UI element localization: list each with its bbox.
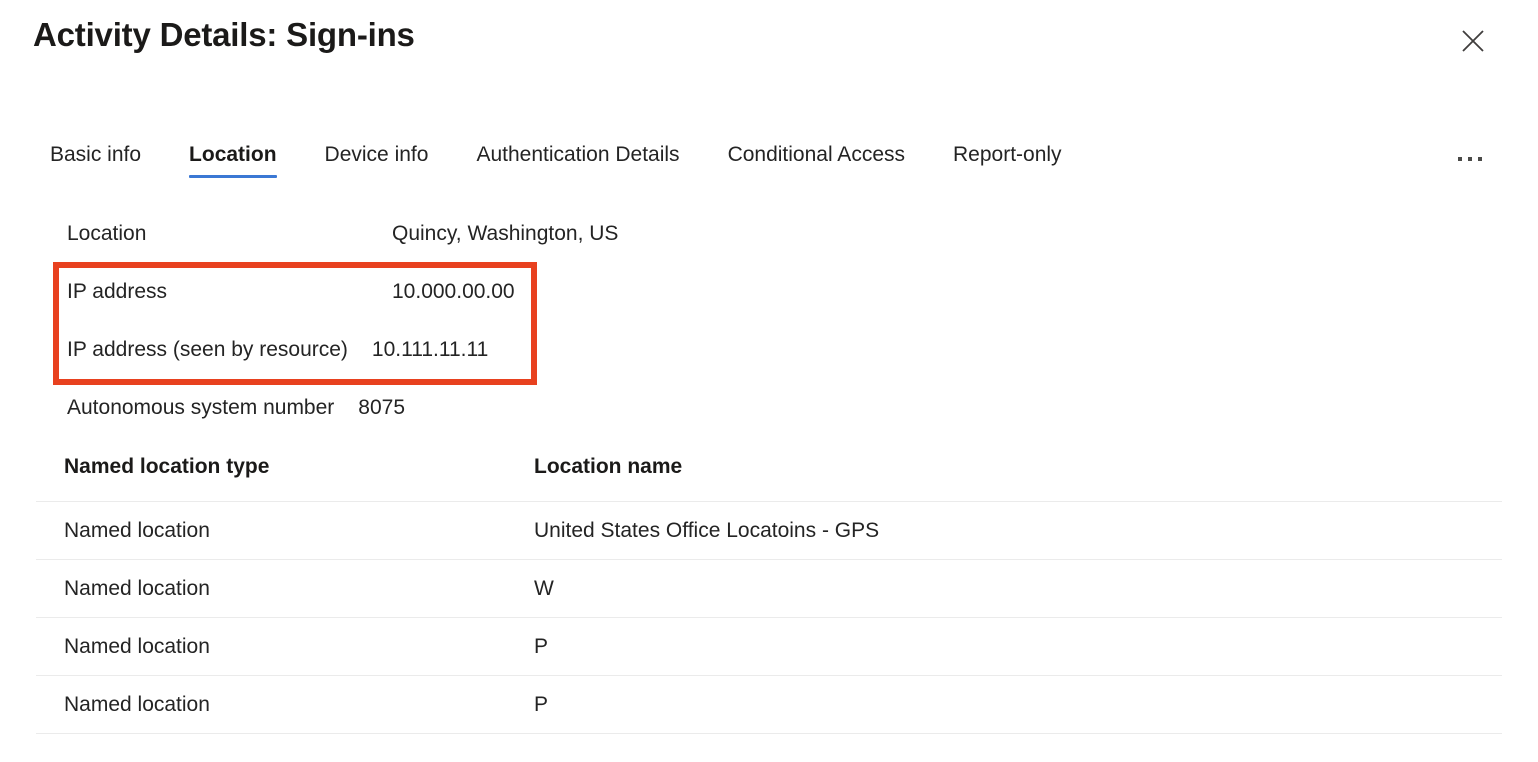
- detail-row-autonomous-system-number: Autonomous system number 8075: [67, 394, 667, 452]
- detail-label-location: Location: [67, 220, 392, 248]
- table-row[interactable]: Named location United States Office Loca…: [36, 502, 1502, 560]
- detail-row-location: Location Quincy, Washington, US: [67, 220, 667, 278]
- detail-label-autonomous-system-number: Autonomous system number: [67, 394, 334, 422]
- detail-value-ip-address-seen-by-resource: 10.111.11.11: [372, 336, 488, 364]
- column-header-named-location-type: Named location type: [36, 455, 504, 502]
- detail-value-location: Quincy, Washington, US: [392, 220, 618, 248]
- tab-basic-info[interactable]: Basic info: [50, 140, 163, 184]
- ellipsis-icon: [1458, 157, 1482, 161]
- table-row[interactable]: Named location P: [36, 618, 1502, 676]
- detail-value-ip-address: 10.000.00.00: [392, 278, 515, 306]
- tab-conditional-access[interactable]: Conditional Access: [728, 140, 927, 184]
- tab-device-info[interactable]: Device info: [325, 140, 451, 184]
- tab-authentication-details[interactable]: Authentication Details: [476, 140, 701, 184]
- cell-location-name: United States Office Locatoins - GPS: [504, 502, 1502, 560]
- cell-location-name: W: [504, 560, 1502, 618]
- cell-named-location-type: Named location: [36, 560, 504, 618]
- cell-named-location-type: Named location: [36, 502, 504, 560]
- detail-label-ip-address: IP address: [67, 278, 392, 306]
- cell-location-name: P: [504, 676, 1502, 734]
- tab-report-only[interactable]: Report-only: [953, 140, 1084, 184]
- panel-header: Activity Details: Sign-ins: [0, 0, 1538, 96]
- detail-row-ip-address: IP address 10.000.00.00: [67, 278, 667, 336]
- tab-location[interactable]: Location: [189, 140, 299, 184]
- detail-value-autonomous-system-number: 8075: [358, 394, 405, 422]
- tab-strip: Basic info Location Device info Authenti…: [0, 140, 1538, 192]
- location-details-list: Location Quincy, Washington, US IP addre…: [67, 220, 667, 452]
- page-title: Activity Details: Sign-ins: [33, 16, 415, 54]
- column-header-location-name: Location name: [504, 455, 1502, 502]
- activity-details-panel: Activity Details: Sign-ins Basic info Lo…: [0, 0, 1538, 762]
- table-header-row: Named location type Location name: [36, 455, 1502, 502]
- close-icon: [1460, 28, 1486, 54]
- tab-overflow-button[interactable]: [1448, 144, 1492, 174]
- table-row[interactable]: Named location W: [36, 560, 1502, 618]
- tab-list: Basic info Location Device info Authenti…: [50, 140, 1084, 184]
- close-button[interactable]: [1452, 20, 1494, 62]
- cell-named-location-type: Named location: [36, 618, 504, 676]
- cell-location-name: P: [504, 618, 1502, 676]
- detail-row-ip-address-seen-by-resource: IP address (seen by resource) 10.111.11.…: [67, 336, 667, 394]
- named-locations-table: Named location type Location name Named …: [36, 455, 1502, 734]
- detail-label-ip-address-seen-by-resource: IP address (seen by resource): [67, 336, 348, 364]
- cell-named-location-type: Named location: [36, 676, 504, 734]
- table-row[interactable]: Named location P: [36, 676, 1502, 734]
